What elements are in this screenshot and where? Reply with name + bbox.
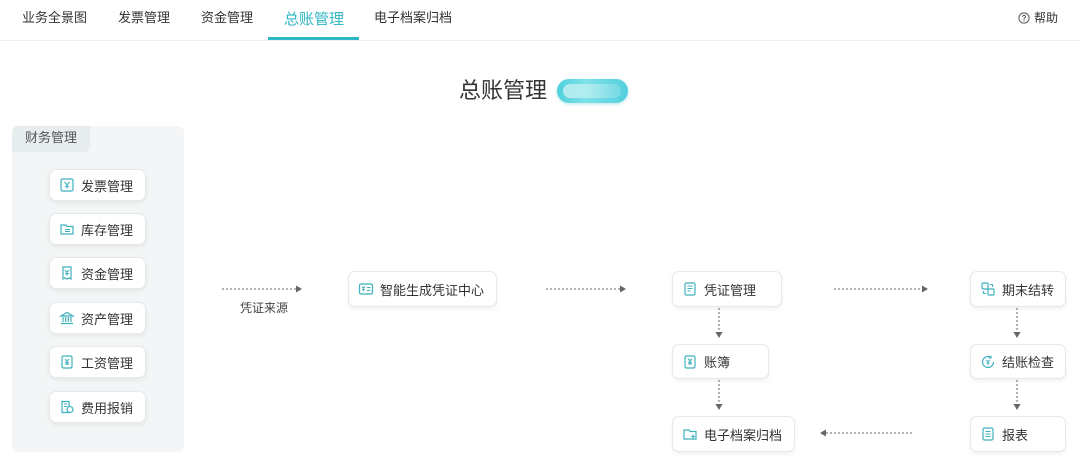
arrow-period-close-to-check [1012, 308, 1022, 340]
node-period-close[interactable]: 期末结转 [970, 271, 1066, 307]
node-label: 结账检查 [1002, 356, 1055, 371]
tab-business-overview[interactable]: 业务全景图 [22, 0, 87, 38]
active-tab-indicator [268, 37, 359, 40]
voucher-source-label: 凭证来源 [240, 301, 289, 315]
node-label: 智能生成凭证中心 [380, 283, 485, 299]
node-report[interactable]: 报表 [970, 416, 1066, 452]
panel-item-label: 资产管理 [81, 312, 134, 328]
top-nav: 业务全景图 发票管理 资金管理 总账管理 电子档案归档 帮助 [0, 0, 1080, 41]
panel-item-assets[interactable]: 资产管理 [49, 302, 146, 334]
node-label: 电子档案归档 [704, 428, 783, 444]
panel-item-inventory[interactable]: 库存管理 [49, 213, 146, 245]
node-label: 报表 [1002, 428, 1029, 444]
report-icon [980, 426, 996, 442]
arrow-ledger-to-archive [714, 380, 724, 412]
arrow-voucher-to-ledger [714, 308, 724, 340]
inventory-icon [59, 221, 75, 237]
bank-icon [59, 310, 75, 326]
node-close-check[interactable]: 结账检查 [970, 344, 1066, 379]
node-ledger[interactable]: 账簿 [672, 344, 769, 379]
help-label: 帮助 [1033, 11, 1058, 25]
node-label: 期末结转 [1002, 283, 1055, 299]
arrow-center-to-voucher [546, 284, 628, 294]
panel-item-label: 库存管理 [81, 223, 134, 239]
check-icon [980, 354, 996, 370]
tab-invoice[interactable]: 发票管理 [118, 0, 170, 38]
transfer-icon [980, 281, 996, 297]
panel-item-label: 发票管理 [81, 179, 134, 195]
panel-item-label: 工资管理 [81, 356, 134, 372]
funds-icon [59, 265, 75, 281]
node-e-archive[interactable]: 电子档案归档 [672, 416, 795, 452]
title-badge [557, 79, 628, 103]
arrow-source-to-center [222, 284, 304, 294]
help-link[interactable]: 帮助 [1018, 0, 1058, 36]
arrow-report-to-archive [818, 428, 916, 438]
panel-item-funds[interactable]: 资金管理 [49, 257, 146, 289]
arrow-check-to-report [1012, 380, 1022, 412]
panel-item-salary[interactable]: 工资管理 [49, 346, 146, 378]
node-voucher-management[interactable]: 凭证管理 [672, 271, 782, 307]
reimbursement-icon [59, 399, 75, 415]
panel-item-reimbursement[interactable]: 费用报销 [49, 391, 146, 423]
help-icon [1018, 12, 1030, 24]
voucher-icon [682, 281, 698, 297]
node-voucher-center[interactable]: 智能生成凭证中心 [348, 271, 497, 307]
salary-icon [59, 354, 75, 370]
ledger-icon [682, 354, 698, 370]
tab-general-ledger[interactable]: 总账管理 [284, 0, 344, 38]
arrow-voucher-to-period-close [834, 284, 930, 294]
voucher-center-icon [358, 281, 374, 297]
tab-funds[interactable]: 资金管理 [201, 0, 253, 38]
node-label: 账簿 [704, 356, 731, 371]
panel-item-invoice[interactable]: 发票管理 [49, 169, 146, 201]
panel-item-label: 资金管理 [81, 267, 134, 283]
invoice-icon [59, 177, 75, 193]
panel-item-label: 费用报销 [81, 401, 134, 417]
finance-panel-label: 财务管理 [12, 126, 90, 152]
archive-icon [682, 426, 698, 442]
node-label: 凭证管理 [704, 283, 757, 299]
page-title: 总账管理 [459, 79, 548, 104]
tab-e-archive[interactable]: 电子档案归档 [374, 0, 452, 38]
